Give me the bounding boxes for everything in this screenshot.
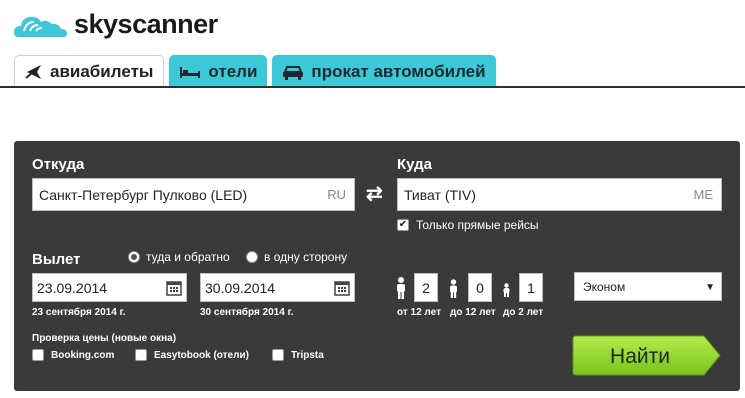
car-icon [282,64,304,80]
tab-flights[interactable]: авиабилеты [14,55,165,88]
return-date-input[interactable]: 30.09.2014 [200,273,355,302]
header-divider [0,86,745,88]
provider-checkbox-easytobook[interactable]: Easytobook (отели) [135,349,249,361]
from-label: Откуда [32,156,85,173]
product-tabs: авиабилеты отели прокат автомобилей [14,55,496,88]
checkbox-unchecked-icon [32,349,44,361]
to-input[interactable]: Тиват (TIV) ME [397,178,722,211]
provider-label: Tripsta [291,349,324,361]
to-label: Куда [397,156,432,173]
tab-hotels-label: отели [208,61,258,81]
provider-checkbox-tripsta[interactable]: Tripsta [272,349,324,361]
radio-selected-icon [128,251,140,263]
plane-icon [25,63,43,81]
dropdown-arrow-icon: ▼ [705,282,715,293]
children-count[interactable]: 0 [468,273,492,302]
oneway-label: в одну сторону [264,250,348,264]
direct-only-label: Только прямые рейсы [416,218,539,232]
tab-flights-label: авиабилеты [50,62,154,81]
infants-value: 1 [527,279,535,296]
adults-value: 2 [422,279,430,296]
search-button-label: Найти [610,345,670,368]
skyscanner-logo[interactable]: skyscanner [12,4,218,44]
oneway-radio[interactable]: в одну сторону [246,250,347,264]
infants-count[interactable]: 1 [519,273,543,302]
site-header: skyscanner авиабилеты отели прокат автом… [0,0,745,88]
cabin-class-value: Эконом [583,279,626,294]
children-age-label: до 12 лет [450,307,496,318]
checkbox-checked-icon: ✔ [397,219,409,231]
provider-label: Booking.com [51,349,115,361]
flight-search-panel: Откуда Санкт-Петербург Пулково (LED) RU … [14,141,740,391]
return-date-value: 30.09.2014 [205,279,276,296]
infant-icon [502,283,511,302]
cloud-logo-icon [14,16,67,37]
infants-age-label: до 2 лет [503,307,544,318]
depart-date-text: 23 сентября 2014 г. [32,307,126,318]
child-icon [448,279,459,303]
swap-icon[interactable]: ⇄ [366,181,383,206]
adults-count[interactable]: 2 [414,273,438,302]
from-value: Санкт-Петербург Пулково (LED) [39,186,248,203]
depart-label: Вылет [32,251,81,268]
return-date-text: 30 сентября 2014 г. [200,307,294,318]
bed-icon [179,65,201,79]
brand-name: skyscanner [74,8,218,39]
radio-unselected-icon [246,251,258,263]
tab-car-rental[interactable]: прокат автомобилей [272,55,496,88]
roundtrip-radio[interactable]: туда и обратно [128,250,230,264]
provider-label: Easytobook (отели) [154,349,249,361]
search-button-shape: Найти [572,335,721,376]
calendar-icon[interactable] [166,280,182,299]
search-button[interactable]: Найти [572,335,722,376]
from-country-code: RU [327,187,346,202]
price-check-label: Проверка цены (новые окна) [32,333,177,344]
provider-checkbox-booking[interactable]: Booking.com [32,349,114,361]
children-value: 0 [476,279,484,296]
to-value: Тиват (TIV) [404,186,476,203]
direct-only-checkbox[interactable]: ✔ Только прямые рейсы [397,218,539,232]
calendar-icon[interactable] [334,280,350,299]
from-input[interactable]: Санкт-Петербург Пулково (LED) RU [32,178,355,211]
cabin-class-select[interactable]: Эконом ▼ [574,272,722,301]
checkbox-unchecked-icon [272,349,284,361]
depart-date-input[interactable]: 23.09.2014 [32,273,187,302]
depart-date-value: 23.09.2014 [37,279,108,296]
to-country-code: ME [693,187,714,202]
tab-car-rental-label: прокат автомобилей [311,61,486,81]
roundtrip-label: туда и обратно [146,250,230,264]
adults-age-label: от 12 лет [397,307,441,318]
checkbox-unchecked-icon [135,349,147,361]
tab-hotels[interactable]: отели [169,55,268,88]
adult-icon [395,277,407,304]
